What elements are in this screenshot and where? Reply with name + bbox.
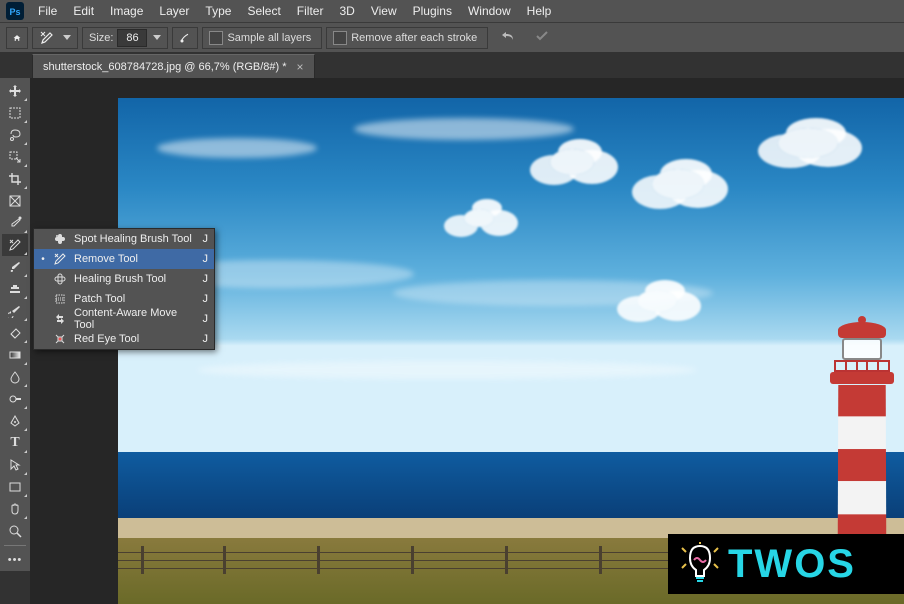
chevron-down-icon: [153, 35, 161, 40]
move-tool[interactable]: [2, 80, 28, 102]
tool-preset-picker[interactable]: [32, 27, 78, 49]
flyout-item-label: Healing Brush Tool: [74, 273, 197, 285]
frame-tool[interactable]: [2, 190, 28, 212]
menu-type[interactable]: Type: [197, 3, 239, 19]
edit-toolbar-button[interactable]: •••: [2, 549, 28, 571]
sample-all-layers-label: Sample all layers: [227, 32, 315, 44]
rectangle-tool[interactable]: [2, 476, 28, 498]
history-brush-tool[interactable]: [2, 300, 28, 322]
lasso-tool[interactable]: [2, 124, 28, 146]
spot-healing-icon: [52, 231, 68, 247]
pen-tool[interactable]: [2, 410, 28, 432]
brush-size-control[interactable]: Size: 86: [82, 27, 168, 49]
menu-filter[interactable]: Filter: [289, 3, 332, 19]
menu-layer[interactable]: Layer: [151, 3, 197, 19]
flyout-item-label: Remove Tool: [74, 253, 197, 265]
brush-tool[interactable]: [2, 256, 28, 278]
lighthouse: [824, 324, 900, 564]
lightbulb-icon: [680, 542, 720, 586]
path-select-tool[interactable]: [2, 454, 28, 476]
undo-stroke-button[interactable]: [492, 29, 524, 46]
remove-tool-icon: [39, 30, 55, 46]
flyout-item-shortcut: J: [203, 253, 209, 265]
brush-settings-icon: [179, 30, 191, 46]
options-bar: Size: 86 Sample all layers Remove after …: [0, 22, 904, 52]
menu-edit[interactable]: Edit: [65, 3, 102, 19]
brush-size-value[interactable]: 86: [117, 29, 147, 47]
brush-settings-button[interactable]: [172, 27, 198, 49]
menu-image[interactable]: Image: [102, 3, 151, 19]
checkbox-icon: [333, 31, 347, 45]
menu-bar: Ps File Edit Image Layer Type Select Fil…: [0, 0, 904, 22]
flyout-item-healing-brush[interactable]: Healing Brush Tool J: [34, 269, 214, 289]
quick-select-tool[interactable]: [2, 146, 28, 168]
blur-tool[interactable]: [2, 366, 28, 388]
remove-after-stroke-label: Remove after each stroke: [351, 32, 481, 44]
zoom-tool[interactable]: [2, 520, 28, 542]
menu-select[interactable]: Select: [239, 3, 288, 19]
sea: [118, 452, 904, 518]
watermark: TWOS: [668, 534, 904, 594]
flyout-item-shortcut: J: [203, 313, 209, 325]
dodge-tool[interactable]: [2, 388, 28, 410]
menu-window[interactable]: Window: [460, 3, 519, 19]
content-aware-move-icon: [52, 311, 68, 327]
flyout-item-shortcut: J: [203, 273, 209, 285]
document-tab-bar: shutterstock_608784728.jpg @ 66,7% (RGB/…: [0, 52, 904, 78]
type-tool[interactable]: T: [2, 432, 28, 454]
patch-tool-icon: [52, 291, 68, 307]
healing-tool-flyout: Spot Healing Brush Tool J • Remove Tool …: [33, 228, 215, 350]
remove-tool-icon: [52, 251, 68, 267]
close-tab-button[interactable]: ×: [297, 60, 304, 74]
flyout-item-red-eye[interactable]: Red Eye Tool J: [34, 329, 214, 349]
checkbox-icon: [209, 31, 223, 45]
eyedropper-tool[interactable]: [2, 212, 28, 234]
document-tab-title: shutterstock_608784728.jpg @ 66,7% (RGB/…: [43, 61, 287, 73]
menu-view[interactable]: View: [363, 3, 405, 19]
flyout-item-label: Red Eye Tool: [74, 333, 197, 345]
toolbox: T •••: [0, 78, 30, 571]
flyout-item-shortcut: J: [203, 293, 209, 305]
canvas[interactable]: [118, 98, 904, 604]
menu-3d[interactable]: 3D: [331, 3, 362, 19]
home-button[interactable]: [6, 27, 28, 49]
red-eye-icon: [52, 331, 68, 347]
svg-text:Ps: Ps: [9, 7, 20, 17]
flyout-item-label: Spot Healing Brush Tool: [74, 233, 197, 245]
crop-tool[interactable]: [2, 168, 28, 190]
flyout-item-spot-healing[interactable]: Spot Healing Brush Tool J: [34, 229, 214, 249]
flyout-item-remove[interactable]: • Remove Tool J: [34, 249, 214, 269]
flyout-item-shortcut: J: [203, 233, 209, 245]
menu-file[interactable]: File: [30, 3, 65, 19]
flyout-item-patch[interactable]: Patch Tool J: [34, 289, 214, 309]
eraser-tool[interactable]: [2, 322, 28, 344]
fence: [118, 546, 704, 574]
document-tab[interactable]: shutterstock_608784728.jpg @ 66,7% (RGB/…: [32, 54, 315, 78]
menu-help[interactable]: Help: [519, 3, 560, 19]
flyout-item-shortcut: J: [203, 333, 209, 345]
flyout-item-content-aware-move[interactable]: Content-Aware Move Tool J: [34, 309, 214, 329]
flyout-item-label: Patch Tool: [74, 293, 197, 305]
chevron-down-icon: [63, 35, 71, 40]
app-icon: Ps: [6, 2, 24, 20]
gradient-tool[interactable]: [2, 344, 28, 366]
watermark-text: TWOS: [728, 542, 856, 587]
hand-tool[interactable]: [2, 498, 28, 520]
clone-stamp-tool[interactable]: [2, 278, 28, 300]
commit-button[interactable]: [528, 29, 556, 46]
sample-all-layers-checkbox[interactable]: Sample all layers: [202, 27, 322, 49]
size-label: Size:: [89, 32, 113, 44]
flyout-item-label: Content-Aware Move Tool: [74, 307, 197, 331]
healing-tool[interactable]: [2, 234, 28, 256]
home-icon: [13, 31, 21, 45]
healing-brush-icon: [52, 271, 68, 287]
remove-after-stroke-checkbox[interactable]: Remove after each stroke: [326, 27, 488, 49]
marquee-tool[interactable]: [2, 102, 28, 124]
menu-plugins[interactable]: Plugins: [405, 3, 460, 19]
